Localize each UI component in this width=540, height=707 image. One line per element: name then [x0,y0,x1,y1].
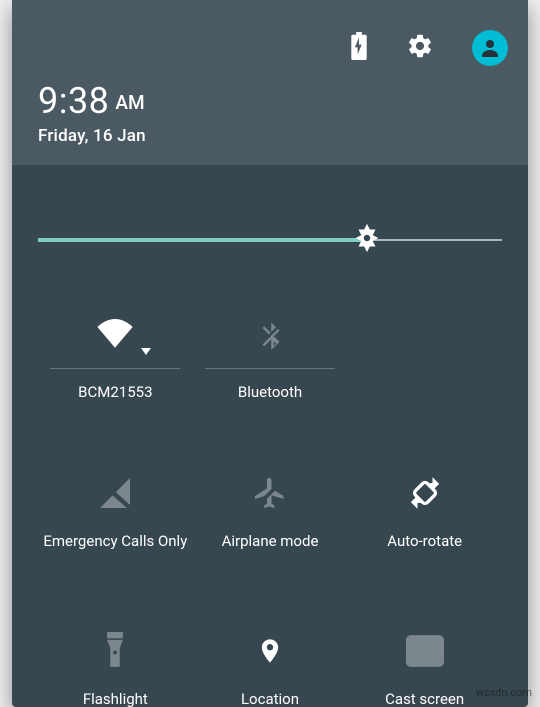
quick-settings-panel: 9:38AM Friday, 16 Jan BCM21553Blu [12,0,528,707]
tile-cellular[interactable]: Emergency Calls Only [38,468,193,588]
autorotate-icon [405,468,445,518]
cellular-icon [97,468,133,518]
tile-label: Airplane mode [222,532,319,550]
tile-divider [205,368,335,369]
tile-location[interactable]: Location [193,626,348,707]
flashlight-icon [101,626,129,676]
tile-wifi[interactable]: BCM21553 [38,310,193,430]
bluetooth-icon [255,310,285,360]
date-text: Friday, 16 Jan [38,126,146,146]
tile-label: Cast screen [385,690,464,707]
battery-charging-icon [350,32,368,64]
cast-icon [406,626,444,676]
tile-label: Emergency Calls Only [43,532,187,550]
brightness-slider[interactable] [38,220,502,260]
tile-divider [50,368,180,369]
brightness-thumb-icon[interactable] [350,221,384,259]
airplane-icon [252,468,288,518]
tile-bluetooth[interactable]: Bluetooth [193,310,348,430]
tile-label: Flashlight [83,690,148,707]
chevron-down-icon [141,341,151,360]
watermark-text: wsxdn.com [476,686,532,699]
tile-label: Location [241,690,299,707]
tile-airplane[interactable]: Airplane mode [193,468,348,588]
tile-label: Bluetooth [238,383,302,401]
tile-label: Auto-rotate [387,532,462,550]
settings-gear-icon[interactable] [406,32,434,64]
user-avatar-icon[interactable] [472,30,508,66]
quick-tiles-grid: BCM21553 Bluetooth Emergency Calls Only Air… [38,310,502,707]
tile-flashlight[interactable]: Flashlight [38,626,193,707]
tile-label: BCM21553 [78,383,152,401]
wifi-icon [95,310,135,360]
tile-autorotate[interactable]: Auto-rotate [347,468,502,588]
location-icon [256,626,284,676]
clock-time: 9:38AM [38,80,146,122]
header: 9:38AM Friday, 16 Jan [12,0,528,165]
